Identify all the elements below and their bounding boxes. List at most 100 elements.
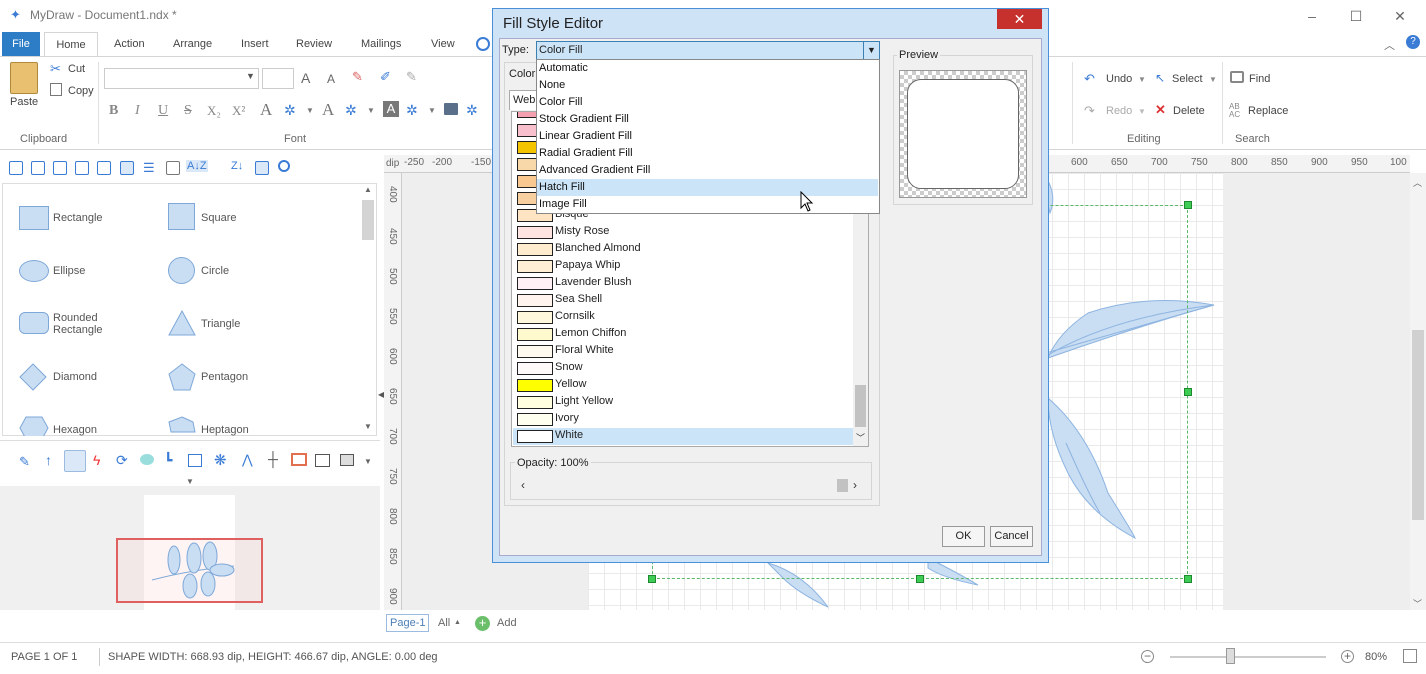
- opacity-slider-right-icon[interactable]: ›: [853, 478, 857, 492]
- color-row-selected[interactable]: White: [513, 428, 853, 445]
- lightning-icon[interactable]: ϟ: [93, 452, 100, 468]
- tab-review[interactable]: Review: [288, 32, 340, 57]
- color-row[interactable]: Cornsilk: [513, 309, 853, 326]
- redo-button[interactable]: Redo: [1106, 105, 1132, 117]
- resize-handle[interactable]: [916, 575, 924, 583]
- superscript-icon[interactable]: X²: [232, 103, 245, 119]
- chevron-down-icon[interactable]: ▼: [367, 106, 375, 115]
- color-row[interactable]: Light Yellow: [513, 394, 853, 411]
- all-pages-button[interactable]: All: [438, 617, 450, 629]
- resize-handle[interactable]: [1184, 575, 1192, 583]
- gear-icon[interactable]: ✲: [406, 102, 418, 119]
- select-button[interactable]: Select: [1172, 73, 1203, 85]
- zoom-in-icon[interactable]: +: [1341, 650, 1354, 663]
- eyedropper-icon[interactable]: ✐: [380, 69, 391, 85]
- tab-view[interactable]: View: [423, 32, 463, 57]
- dropdown-option[interactable]: Advanced Gradient Fill: [537, 162, 878, 179]
- scroll-down-icon[interactable]: ﹀: [856, 431, 865, 444]
- close-window-icon[interactable]: ✕: [1390, 6, 1410, 26]
- undo-button[interactable]: Undo: [1106, 73, 1132, 85]
- ribbon-search-icon[interactable]: [476, 37, 490, 51]
- replace-icon[interactable]: AB AC: [1229, 103, 1240, 119]
- heptagon-shape[interactable]: [168, 416, 196, 436]
- dropdown-option[interactable]: None: [537, 77, 878, 94]
- panel-scrollbar[interactable]: [362, 200, 374, 240]
- color-row[interactable]: Lemon Chiffon: [513, 326, 853, 343]
- resize-handle[interactable]: [1184, 201, 1192, 209]
- arrow-up-icon[interactable]: ↑: [45, 452, 52, 468]
- dropdown-option[interactable]: Stock Gradient Fill: [537, 111, 878, 128]
- text-highlight-icon[interactable]: A: [383, 101, 399, 117]
- add-page-icon[interactable]: +: [475, 616, 490, 631]
- paste-button[interactable]: Paste: [10, 96, 38, 108]
- format-painter-icon[interactable]: ✎: [406, 69, 417, 85]
- delete-icon[interactable]: ✕: [1155, 102, 1166, 118]
- tab-insert[interactable]: Insert: [233, 32, 277, 57]
- zoom-slider-thumb[interactable]: [1226, 648, 1235, 664]
- italic-icon[interactable]: I: [135, 103, 140, 119]
- close-doc-icon[interactable]: [97, 161, 111, 175]
- zoom-out-icon[interactable]: −: [1141, 650, 1154, 663]
- cut-icon[interactable]: ✂: [50, 61, 61, 77]
- library-icon[interactable]: [255, 161, 269, 175]
- font-family-select[interactable]: [104, 68, 259, 89]
- opacity-slider-thumb[interactable]: [837, 479, 848, 492]
- chevron-down-icon[interactable]: ▼: [1209, 75, 1217, 84]
- connector-icon[interactable]: ┗: [164, 452, 172, 469]
- tab-page-1[interactable]: Page-1: [386, 614, 430, 632]
- copy-button[interactable]: Copy: [68, 85, 94, 97]
- dropdown-option[interactable]: Image Fill: [537, 196, 878, 213]
- ok-button[interactable]: OK: [942, 526, 985, 547]
- gear-icon[interactable]: ✲: [345, 102, 357, 119]
- scroll-up-icon[interactable]: ▲: [364, 185, 372, 194]
- new-doc-icon[interactable]: [31, 161, 45, 175]
- dropdown-option-highlighted[interactable]: Hatch Fill: [537, 179, 878, 196]
- pencil-icon[interactable]: ✎: [19, 454, 30, 470]
- diamond-shape[interactable]: [19, 363, 47, 391]
- tab-arrange[interactable]: Arrange: [165, 32, 220, 57]
- help-icon[interactable]: ?: [1406, 35, 1420, 49]
- paste-icon[interactable]: [10, 62, 38, 94]
- ellipse-shape[interactable]: [19, 260, 49, 282]
- callout-icon[interactable]: [140, 454, 154, 465]
- text-style-icon[interactable]: A: [260, 100, 272, 120]
- undo-icon[interactable]: ↶: [1084, 71, 1095, 87]
- cancel-button[interactable]: Cancel: [990, 526, 1033, 547]
- font-size-select[interactable]: [262, 68, 294, 89]
- copy-icon[interactable]: [50, 83, 62, 96]
- zoom-slider-track[interactable]: [1170, 656, 1326, 658]
- save-icon[interactable]: [9, 161, 23, 175]
- grid-view-icon[interactable]: [120, 161, 134, 175]
- fit-page-icon[interactable]: [1403, 649, 1417, 663]
- type-select[interactable]: [536, 41, 880, 60]
- map-icon[interactable]: [188, 454, 202, 467]
- single-view-icon[interactable]: [166, 161, 180, 175]
- gear-icon[interactable]: ✲: [284, 102, 296, 119]
- list-scroll-thumb[interactable]: [855, 385, 866, 427]
- color-row[interactable]: Sea Shell: [513, 292, 853, 309]
- gear-icon[interactable]: ✲: [466, 102, 478, 119]
- dropdown-option[interactable]: Radial Gradient Fill: [537, 145, 878, 162]
- subscript-icon[interactable]: X₂: [207, 103, 221, 119]
- chevron-down-icon[interactable]: ▼: [863, 42, 879, 59]
- tab-mailings[interactable]: Mailings: [353, 32, 409, 57]
- grow-font-icon[interactable]: A: [301, 70, 310, 86]
- layers-icon[interactable]: [340, 454, 354, 466]
- clear-format-icon[interactable]: ✎: [352, 69, 363, 85]
- resize-handle[interactable]: [648, 575, 656, 583]
- color-row[interactable]: Ivory: [513, 411, 853, 428]
- find-button[interactable]: Find: [1249, 73, 1270, 85]
- scroll-down-icon[interactable]: ﹀: [1413, 597, 1422, 610]
- color-row[interactable]: Yellow: [513, 377, 853, 394]
- scroll-up-icon[interactable]: ︿: [1413, 176, 1422, 189]
- underline-icon[interactable]: U: [158, 103, 168, 119]
- circle-shape[interactable]: [168, 257, 195, 284]
- scroll-down-icon[interactable]: ▼: [364, 422, 372, 431]
- maximize-icon[interactable]: ☐: [1346, 6, 1366, 26]
- redo-icon[interactable]: ↷: [1084, 103, 1095, 119]
- shapes-tool-icon[interactable]: [64, 450, 86, 472]
- rectangle-shape[interactable]: [19, 206, 49, 230]
- tab-action[interactable]: Action: [106, 32, 153, 57]
- find-icon[interactable]: [1230, 71, 1244, 83]
- crosshair-icon[interactable]: ┼: [268, 451, 278, 467]
